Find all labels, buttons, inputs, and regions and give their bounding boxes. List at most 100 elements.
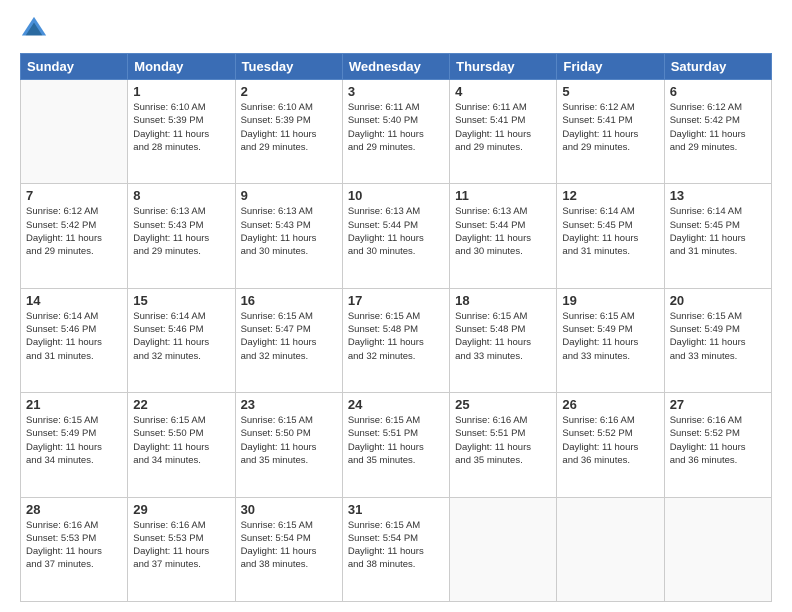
day-number: 28 [26, 502, 122, 517]
day-number: 16 [241, 293, 337, 308]
calendar-cell: 12 Sunrise: 6:14 AMSunset: 5:45 PMDayligh… [557, 184, 664, 288]
day-number: 9 [241, 188, 337, 203]
day-info: Sunrise: 6:15 AMSunset: 5:49 PMDaylight:… [26, 414, 122, 467]
calendar-cell: 16 Sunrise: 6:15 AMSunset: 5:47 PMDayligh… [235, 288, 342, 392]
calendar-cell: 3 Sunrise: 6:11 AMSunset: 5:40 PMDaylight… [342, 80, 449, 184]
day-number: 29 [133, 502, 229, 517]
calendar-cell: 20 Sunrise: 6:15 AMSunset: 5:49 PMDayligh… [664, 288, 771, 392]
day-info: Sunrise: 6:16 AMSunset: 5:53 PMDaylight:… [26, 519, 122, 572]
day-number: 1 [133, 84, 229, 99]
calendar-cell: 9Sunrise: 6:13 AMSunset: 5:43 PMDaylight… [235, 184, 342, 288]
day-number: 21 [26, 397, 122, 412]
day-number: 30 [241, 502, 337, 517]
day-info: Sunrise: 6:14 AMSunset: 5:45 PMDaylight:… [670, 205, 766, 258]
day-number: 10 [348, 188, 444, 203]
day-info: Sunrise: 6:15 AMSunset: 5:47 PMDaylight:… [241, 310, 337, 363]
weekday-header: Friday [557, 54, 664, 80]
calendar-cell: 25 Sunrise: 6:16 AMSunset: 5:51 PMDayligh… [450, 393, 557, 497]
calendar-cell: 13Sunrise: 6:14 AMSunset: 5:45 PMDayligh… [664, 184, 771, 288]
calendar-cell: 19 Sunrise: 6:15 AMSunset: 5:49 PMDayligh… [557, 288, 664, 392]
calendar-cell: 7 Sunrise: 6:12 AMSunset: 5:42 PMDaylight… [21, 184, 128, 288]
day-number: 24 [348, 397, 444, 412]
calendar-cell: 26 Sunrise: 6:16 AMSunset: 5:52 PMDayligh… [557, 393, 664, 497]
day-info: Sunrise: 6:13 AMSunset: 5:44 PMDaylight:… [348, 205, 444, 258]
calendar-cell: 6Sunrise: 6:12 AMSunset: 5:42 PMDaylight… [664, 80, 771, 184]
day-number: 12 [562, 188, 658, 203]
calendar-week-row: 28 Sunrise: 6:16 AMSunset: 5:53 PMDayligh… [21, 497, 772, 601]
day-number: 20 [670, 293, 766, 308]
calendar-table: SundayMondayTuesdayWednesdayThursdayFrid… [20, 53, 772, 602]
day-info: Sunrise: 6:16 AMSunset: 5:52 PMDaylight:… [562, 414, 658, 467]
day-info: Sunrise: 6:15 AMSunset: 5:50 PMDaylight:… [133, 414, 229, 467]
calendar-cell: 24 Sunrise: 6:15 AMSunset: 5:51 PMDayligh… [342, 393, 449, 497]
calendar-cell: 2Sunrise: 6:10 AMSunset: 5:39 PMDaylight… [235, 80, 342, 184]
calendar-cell [21, 80, 128, 184]
calendar-cell: 5Sunrise: 6:12 AMSunset: 5:41 PMDaylight… [557, 80, 664, 184]
weekday-header: Saturday [664, 54, 771, 80]
calendar-cell: 11 Sunrise: 6:13 AMSunset: 5:44 PMDayligh… [450, 184, 557, 288]
day-number: 11 [455, 188, 551, 203]
day-info: Sunrise: 6:15 AMSunset: 5:54 PMDaylight:… [241, 519, 337, 572]
calendar-cell: 31Sunrise: 6:15 AMSunset: 5:54 PMDayligh… [342, 497, 449, 601]
calendar-cell: 21 Sunrise: 6:15 AMSunset: 5:49 PMDayligh… [21, 393, 128, 497]
calendar-cell: 17 Sunrise: 6:15 AMSunset: 5:48 PMDayligh… [342, 288, 449, 392]
calendar-cell: 18 Sunrise: 6:15 AMSunset: 5:48 PMDayligh… [450, 288, 557, 392]
day-number: 15 [133, 293, 229, 308]
calendar-cell [664, 497, 771, 601]
calendar-cell: 14 Sunrise: 6:14 AMSunset: 5:46 PMDayligh… [21, 288, 128, 392]
day-info: Sunrise: 6:14 AMSunset: 5:45 PMDaylight:… [562, 205, 658, 258]
day-info: Sunrise: 6:12 AMSunset: 5:42 PMDaylight:… [670, 101, 766, 154]
day-number: 4 [455, 84, 551, 99]
day-info: Sunrise: 6:16 AMSunset: 5:51 PMDaylight:… [455, 414, 551, 467]
calendar-week-row: 21 Sunrise: 6:15 AMSunset: 5:49 PMDayligh… [21, 393, 772, 497]
logo-icon [20, 15, 48, 43]
day-info: Sunrise: 6:11 AMSunset: 5:40 PMDaylight:… [348, 101, 444, 154]
calendar-week-row: 7 Sunrise: 6:12 AMSunset: 5:42 PMDaylight… [21, 184, 772, 288]
day-number: 14 [26, 293, 122, 308]
page: SundayMondayTuesdayWednesdayThursdayFrid… [0, 0, 792, 612]
day-info: Sunrise: 6:13 AMSunset: 5:43 PMDaylight:… [133, 205, 229, 258]
day-number: 22 [133, 397, 229, 412]
day-info: Sunrise: 6:15 AMSunset: 5:51 PMDaylight:… [348, 414, 444, 467]
calendar-cell: 27Sunrise: 6:16 AMSunset: 5:52 PMDayligh… [664, 393, 771, 497]
calendar-header-row: SundayMondayTuesdayWednesdayThursdayFrid… [21, 54, 772, 80]
day-number: 7 [26, 188, 122, 203]
day-info: Sunrise: 6:10 AMSunset: 5:39 PMDaylight:… [133, 101, 229, 154]
calendar-cell: 15 Sunrise: 6:14 AMSunset: 5:46 PMDayligh… [128, 288, 235, 392]
day-info: Sunrise: 6:15 AMSunset: 5:49 PMDaylight:… [670, 310, 766, 363]
day-info: Sunrise: 6:14 AMSunset: 5:46 PMDaylight:… [26, 310, 122, 363]
calendar-cell: 29 Sunrise: 6:16 AMSunset: 5:53 PMDayligh… [128, 497, 235, 601]
day-number: 18 [455, 293, 551, 308]
day-info: Sunrise: 6:16 AMSunset: 5:53 PMDaylight:… [133, 519, 229, 572]
header [20, 15, 772, 43]
day-number: 31 [348, 502, 444, 517]
day-number: 17 [348, 293, 444, 308]
calendar-cell: 1 Sunrise: 6:10 AMSunset: 5:39 PMDaylight… [128, 80, 235, 184]
day-number: 3 [348, 84, 444, 99]
calendar-cell: 23Sunrise: 6:15 AMSunset: 5:50 PMDayligh… [235, 393, 342, 497]
calendar-cell [450, 497, 557, 601]
day-info: Sunrise: 6:12 AMSunset: 5:42 PMDaylight:… [26, 205, 122, 258]
calendar-cell: 28 Sunrise: 6:16 AMSunset: 5:53 PMDayligh… [21, 497, 128, 601]
calendar-cell: 30 Sunrise: 6:15 AMSunset: 5:54 PMDayligh… [235, 497, 342, 601]
weekday-header: Sunday [21, 54, 128, 80]
day-info: Sunrise: 6:10 AMSunset: 5:39 PMDaylight:… [241, 101, 337, 154]
calendar-cell: 4Sunrise: 6:11 AMSunset: 5:41 PMDaylight… [450, 80, 557, 184]
day-info: Sunrise: 6:15 AMSunset: 5:48 PMDaylight:… [348, 310, 444, 363]
day-number: 27 [670, 397, 766, 412]
day-number: 26 [562, 397, 658, 412]
calendar-cell: 22 Sunrise: 6:15 AMSunset: 5:50 PMDayligh… [128, 393, 235, 497]
day-info: Sunrise: 6:15 AMSunset: 5:49 PMDaylight:… [562, 310, 658, 363]
day-number: 19 [562, 293, 658, 308]
day-info: Sunrise: 6:15 AMSunset: 5:50 PMDaylight:… [241, 414, 337, 467]
calendar-cell: 8 Sunrise: 6:13 AMSunset: 5:43 PMDaylight… [128, 184, 235, 288]
weekday-header: Wednesday [342, 54, 449, 80]
calendar-week-row: 1 Sunrise: 6:10 AMSunset: 5:39 PMDaylight… [21, 80, 772, 184]
day-info: Sunrise: 6:12 AMSunset: 5:41 PMDaylight:… [562, 101, 658, 154]
day-info: Sunrise: 6:14 AMSunset: 5:46 PMDaylight:… [133, 310, 229, 363]
day-info: Sunrise: 6:13 AMSunset: 5:44 PMDaylight:… [455, 205, 551, 258]
calendar-cell: 10 Sunrise: 6:13 AMSunset: 5:44 PMDayligh… [342, 184, 449, 288]
day-number: 25 [455, 397, 551, 412]
day-info: Sunrise: 6:15 AMSunset: 5:48 PMDaylight:… [455, 310, 551, 363]
day-number: 8 [133, 188, 229, 203]
